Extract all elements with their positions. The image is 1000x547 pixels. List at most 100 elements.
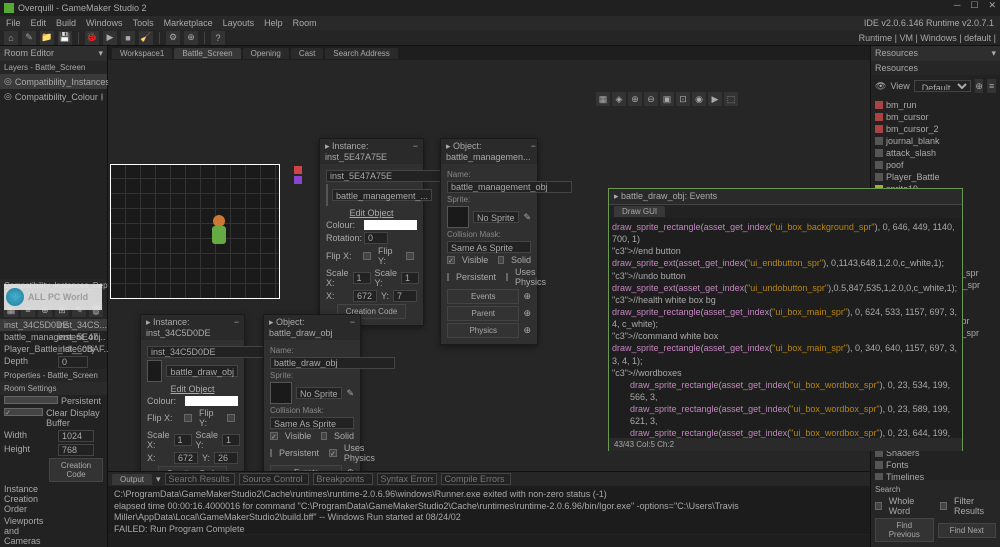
height-input[interactable] (58, 444, 94, 456)
play-icon[interactable]: ▶ (708, 92, 722, 106)
tab-workspace[interactable]: Workspace1 (112, 48, 172, 59)
build-icon[interactable]: ⚙ (166, 31, 180, 45)
object-name-input[interactable] (447, 181, 572, 193)
instance-name-input[interactable] (147, 346, 272, 358)
add-icon[interactable]: ⊕ (975, 79, 984, 93)
home-icon[interactable]: ⌂ (4, 31, 18, 45)
config-icon[interactable]: ≡ (987, 79, 996, 93)
menu-file[interactable]: File (6, 18, 21, 28)
tree-node[interactable]: Timelines (873, 471, 998, 480)
tree-node[interactable]: Player_Battle (873, 171, 998, 183)
resource-icon (875, 149, 883, 157)
rotation-input[interactable] (364, 232, 388, 244)
object-name-input[interactable] (270, 357, 395, 369)
tree-node[interactable]: attack_slash (873, 147, 998, 159)
creation-order-row[interactable]: Instance Creation Order (0, 483, 107, 515)
tool-icon[interactable]: ⊕ (628, 92, 642, 106)
output-body[interactable]: C:\ProgramData\GameMakerStudio2\Cache\ru… (108, 486, 870, 534)
creation-code-button[interactable]: Creation Code (0, 457, 107, 483)
viewports-row[interactable]: Viewports and Cameras (0, 515, 107, 547)
layer-row[interactable]: ◎Compatibility_Colour (0, 89, 107, 104)
debug-icon[interactable]: 🐞 (85, 31, 99, 45)
tree-node[interactable]: bm_run (873, 99, 998, 111)
room-view-toolbar: ▦ ◈ ⊕ ⊖ ▣ ⊡ ◉ ▶ ⬚ (596, 92, 738, 106)
window-title: Overquill - GameMaker Studio 2 (18, 3, 147, 13)
close-icon[interactable]: − (531, 141, 536, 162)
close-icon[interactable]: − (350, 317, 355, 338)
sprite-thumbnail[interactable] (326, 184, 328, 206)
tab-opening[interactable]: Opening (243, 48, 289, 59)
clear-buffer-checkbox[interactable]: Clear Display Buffer (0, 407, 107, 429)
close-icon[interactable]: ✕ (988, 0, 996, 11)
room-view[interactable] (110, 164, 280, 299)
menu-build[interactable]: Build (56, 18, 76, 28)
menu-layouts[interactable]: Layouts (223, 18, 255, 28)
tool-icon[interactable]: ▦ (596, 92, 610, 106)
menu-help[interactable]: Help (264, 18, 283, 28)
window-titlebar: Overquill - GameMaker Studio 2 ─ ☐ ✕ (0, 0, 1000, 16)
maximize-icon[interactable]: ☐ (970, 0, 978, 11)
room-settings-header[interactable]: Room Settings (0, 382, 107, 395)
tool-icon[interactable]: ◈ (612, 92, 626, 106)
chevron-icon[interactable]: ▾ (156, 474, 161, 485)
menu-room[interactable]: Room (293, 18, 317, 28)
player-sprite[interactable] (207, 215, 231, 249)
chevron-icon[interactable]: ▾ (98, 48, 103, 59)
list-item[interactable]: inst_34C5D0DEinst_34CS... (0, 319, 107, 331)
clean-icon[interactable]: 🧹 (139, 31, 153, 45)
chevron-icon[interactable]: ▾ (991, 48, 996, 59)
edit-icon[interactable]: ✎ (346, 388, 354, 399)
instance-name-input[interactable] (326, 170, 451, 182)
depth-input[interactable] (58, 356, 88, 368)
filter-input[interactable] (165, 473, 235, 485)
stop-icon[interactable]: ■ (121, 31, 135, 45)
output-tab[interactable]: Output (112, 474, 152, 485)
depth-label: Depth (4, 356, 58, 368)
runtime-status: Runtime | VM | Windows | default | (859, 33, 996, 43)
tab-battle-screen[interactable]: Battle_Screen (174, 48, 240, 59)
list-item[interactable]: Player_Battle_Idle_objinst_60BAF... (0, 343, 107, 355)
tool-icon[interactable]: ◉ (692, 92, 706, 106)
close-icon[interactable]: − (234, 317, 239, 338)
menu-tools[interactable]: Tools (133, 18, 154, 28)
edit-icon[interactable]: ✎ (523, 212, 531, 223)
resource-icon (875, 461, 883, 469)
tree-node[interactable]: bm_cursor (873, 111, 998, 123)
tool-icon[interactable]: ⬚ (724, 92, 738, 106)
tree-node[interactable]: poof (873, 159, 998, 171)
zoom-icon[interactable]: ⊕ (184, 31, 198, 45)
list-item[interactable]: battle_management_objinst_5E47... (0, 331, 107, 343)
open-icon[interactable]: 📁 (40, 31, 54, 45)
find-prev-button[interactable]: Find Previous (875, 518, 934, 542)
tab-cast[interactable]: Cast (291, 48, 323, 59)
properties-header: Properties - Battle_Screen (0, 369, 107, 382)
tree-node[interactable]: bm_cursor_2 (873, 123, 998, 135)
width-input[interactable] (58, 430, 94, 442)
help-icon[interactable]: ? (211, 31, 225, 45)
persistent-checkbox[interactable]: Persistent (0, 395, 107, 407)
code-tab[interactable]: Draw GUI (614, 206, 665, 217)
edit-object-link[interactable]: Edit Object (349, 208, 393, 218)
menu-edit[interactable]: Edit (31, 18, 47, 28)
find-next-button[interactable]: Find Next (938, 523, 997, 538)
colour-picker[interactable] (364, 220, 417, 230)
edit-object-link[interactable]: Edit Object (170, 384, 214, 394)
tool-icon[interactable]: ⊡ (676, 92, 690, 106)
close-icon[interactable]: − (413, 141, 418, 162)
resource-icon (875, 101, 883, 109)
new-icon[interactable]: ✎ (22, 31, 36, 45)
tree-node[interactable]: journal_blank (873, 135, 998, 147)
view-select[interactable]: Default (914, 80, 971, 92)
save-icon[interactable]: 💾 (58, 31, 72, 45)
tree-node[interactable]: Fonts (873, 459, 998, 471)
tool-icon[interactable]: ▣ (660, 92, 674, 106)
menu-marketplace[interactable]: Marketplace (164, 18, 213, 28)
view-icon[interactable]: 👁 (875, 81, 886, 92)
menu-windows[interactable]: Windows (86, 18, 123, 28)
layer-row[interactable]: ◎Compatibility_Instances_Dept... (0, 74, 107, 89)
minimize-icon[interactable]: ─ (954, 0, 960, 11)
tab-search[interactable]: Search Address (325, 48, 397, 59)
tool-icon[interactable]: ⊖ (644, 92, 658, 106)
code-body[interactable]: draw_sprite_rectangle(asset_get_index("u… (609, 218, 962, 438)
run-icon[interactable]: ▶ (103, 31, 117, 45)
